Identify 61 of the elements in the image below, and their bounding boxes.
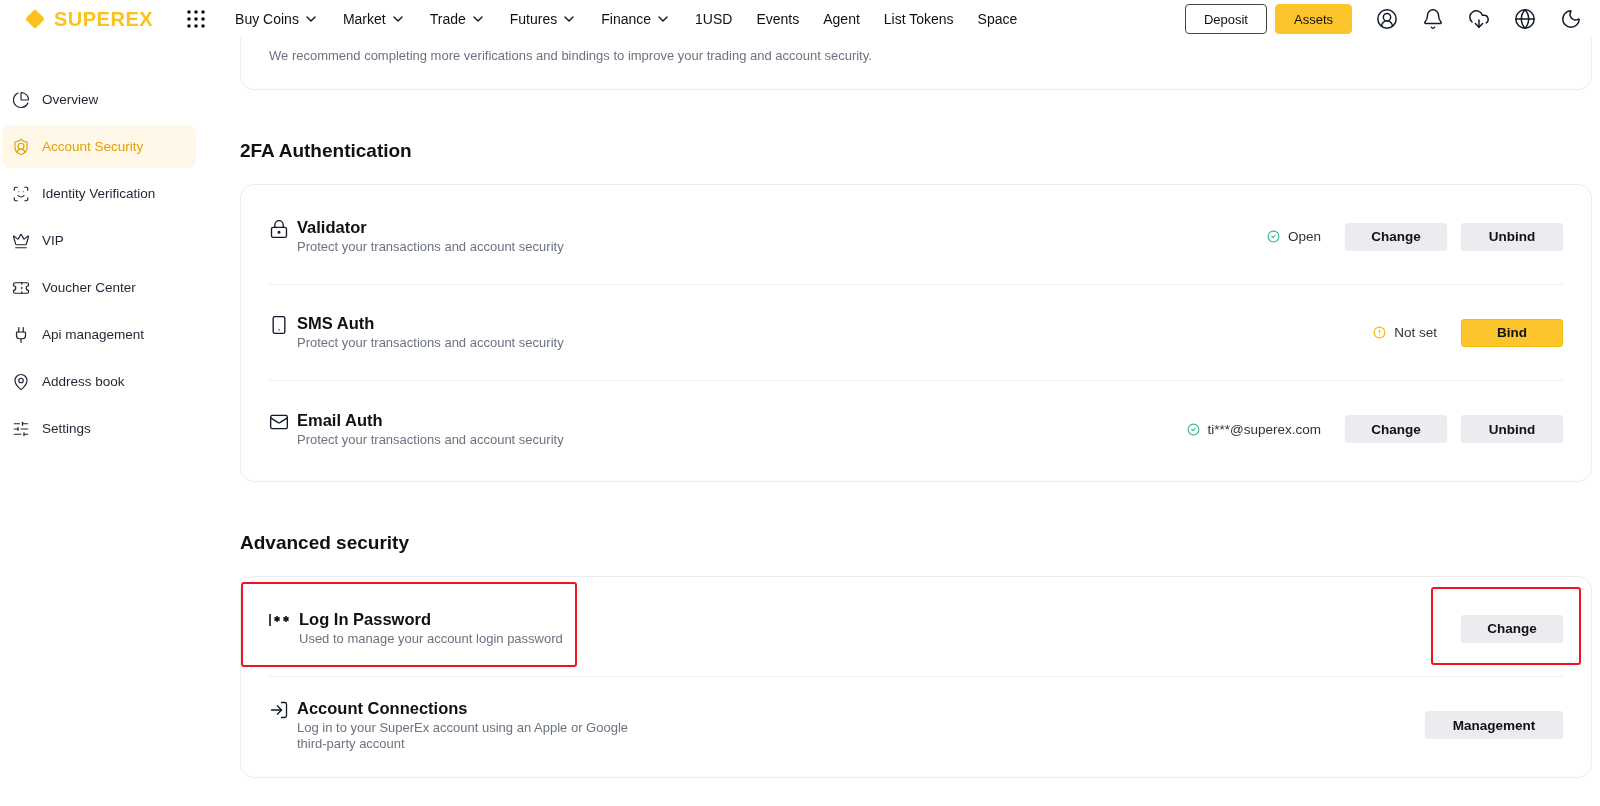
row-description: Protect your transactions and account security [297, 239, 564, 255]
grid-menu-icon[interactable] [187, 10, 206, 28]
action-button[interactable]: Change [1345, 415, 1447, 443]
sidebar-item[interactable]: VIP [2, 219, 196, 262]
row-title: Validator [297, 218, 368, 237]
row-description: Log in to your SuperEx account using an Apple or Google third-party account [297, 719, 629, 752]
pie-chart-icon [12, 90, 30, 109]
sidebar-item[interactable]: Overview [2, 78, 196, 121]
row-description: Protect your transactions and account security [297, 335, 564, 351]
bell-icon[interactable] [1422, 8, 1444, 30]
sidebar-item[interactable]: Api management [2, 313, 196, 356]
action-button[interactable]: Change [1345, 222, 1447, 251]
check-circle-icon [1266, 230, 1280, 243]
status-text: Not set [1394, 325, 1437, 340]
action-button[interactable]: Management [1425, 711, 1563, 739]
lock-icon [269, 219, 289, 239]
nav-link[interactable]: Buy Coins [223, 11, 331, 27]
nav-link[interactable]: Finance [589, 11, 684, 27]
action-button[interactable]: Unbind [1461, 222, 1563, 251]
sliders-icon [12, 419, 30, 438]
nav-link[interactable]: Space [965, 11, 1030, 27]
row-title: Log In Password [299, 610, 433, 629]
action-button[interactable]: Bind [1461, 318, 1563, 347]
nav-link[interactable]: List Tokens [871, 11, 966, 27]
sidebar-item[interactable]: Voucher Center [2, 266, 196, 309]
sidebar-item[interactable]: Identity Verification [2, 172, 196, 215]
section-heading: Advanced security [240, 532, 410, 554]
login-icon [269, 699, 289, 720]
status-text: ti***@superex.com [1207, 421, 1321, 437]
crown-icon [12, 231, 30, 250]
row-title: Account Connections [297, 698, 469, 718]
globe-icon[interactable] [1514, 8, 1536, 30]
alert-circle-icon [1373, 326, 1387, 339]
row-title: Email Auth [297, 410, 384, 430]
sidebar-item[interactable]: Address book [2, 360, 196, 403]
nav-link[interactable]: Futures [497, 11, 590, 27]
map-pin-icon [12, 372, 30, 391]
logo-text: SUPEREX [54, 7, 154, 31]
row-description: Used to manage your account login password [299, 631, 563, 647]
scan-icon [12, 184, 30, 203]
nav-link[interactable]: 1USD [683, 11, 745, 27]
moon-icon[interactable] [1560, 8, 1582, 30]
nav-link[interactable]: Trade [417, 11, 498, 27]
action-button[interactable]: Unbind [1461, 415, 1563, 443]
cloud-download-icon[interactable] [1468, 8, 1490, 30]
action-button[interactable]: Change [1461, 614, 1563, 643]
check-circle-icon [1186, 422, 1200, 436]
assets-button[interactable]: Assets [1275, 4, 1352, 34]
nav-link[interactable]: Market [330, 11, 418, 27]
notice-text: We recommend completing more verifications and bindings to improve your trading and account security. [269, 48, 873, 63]
nav-link[interactable]: Agent [811, 11, 872, 27]
nav-link[interactable]: Events [744, 11, 812, 27]
section-heading: 2FA Authentication [240, 140, 413, 162]
sidebar-item[interactable]: Settings [2, 407, 196, 450]
shield-icon [12, 137, 30, 156]
row-description: Protect your transactions and account security [297, 431, 564, 448]
row-title: SMS Auth [297, 314, 376, 333]
deposit-button[interactable]: Deposit [1184, 4, 1267, 34]
password-icon [269, 613, 291, 627]
status-text: Open [1287, 229, 1321, 244]
user-icon[interactable] [1376, 8, 1398, 30]
